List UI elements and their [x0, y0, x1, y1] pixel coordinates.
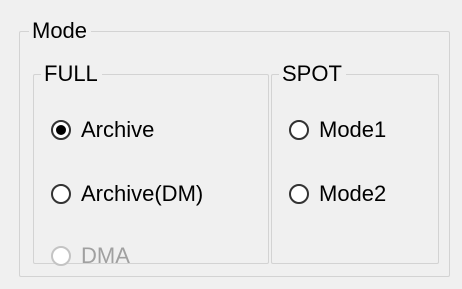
spot-group-title: SPOT [279, 59, 346, 89]
dma-radio-label: DMA [81, 243, 130, 268]
mode2-radio-label: Mode2 [319, 181, 387, 206]
radio-checked-icon [51, 120, 71, 140]
radio-unchecked-icon [289, 120, 309, 140]
radio-unchecked-icon [289, 184, 309, 204]
radio-disabled-icon [51, 246, 71, 266]
mode-group-title: Mode [29, 16, 92, 46]
archive-dm-radio-label: Archive(DM) [81, 181, 204, 206]
radio-unchecked-icon [51, 184, 71, 204]
full-groupbox: FULL Archive Archive(DM) DMA [33, 59, 269, 268]
mode-groupbox: Mode FULL Archive Archive(DM) DMA SPOT M… [19, 16, 450, 277]
archive-radio[interactable]: Archive [51, 115, 154, 145]
archive-radio-label: Archive [81, 117, 155, 142]
mode1-radio[interactable]: Mode1 [289, 115, 386, 145]
spot-groupbox: SPOT Mode1 Mode2 [271, 59, 439, 264]
mode2-radio[interactable]: Mode2 [289, 179, 386, 209]
mode1-radio-label: Mode1 [319, 117, 387, 142]
full-group-title: FULL [41, 59, 102, 89]
dma-radio: DMA [51, 241, 130, 271]
archive-dm-radio[interactable]: Archive(DM) [51, 179, 203, 209]
